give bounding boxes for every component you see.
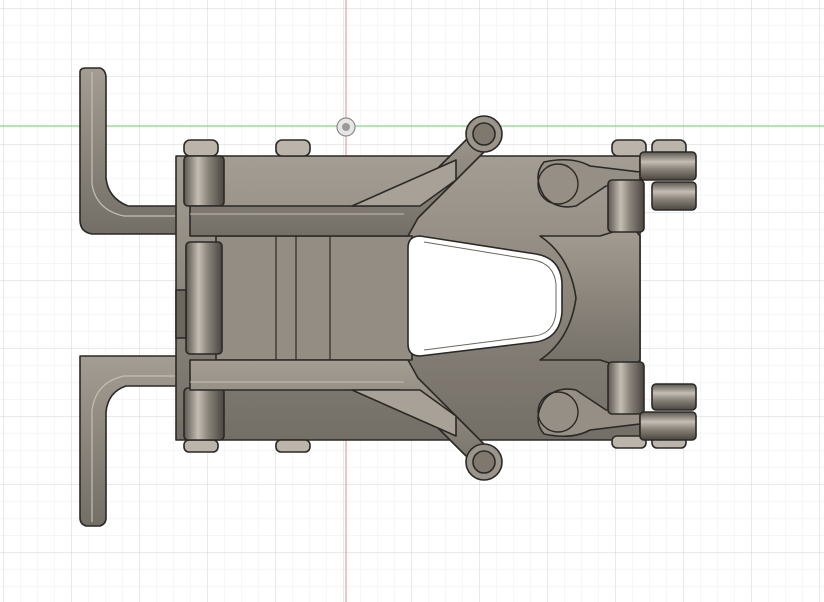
left-tab [175, 289, 187, 339]
hinge-pin-upper[interactable] [183, 155, 225, 207]
right-pin-lower[interactable] [607, 361, 645, 415]
right-cap-upper-bottom[interactable] [651, 181, 697, 211]
viewport-canvas[interactable] [0, 0, 824, 602]
hinge-pin-lower[interactable] [183, 387, 225, 441]
inner-plate [215, 235, 413, 361]
right-cap-upper-top[interactable] [639, 151, 697, 181]
origin-point-icon[interactable] [336, 117, 356, 137]
right-cap-lower-top[interactable] [651, 383, 697, 411]
right-cap-lower-bottom[interactable] [639, 411, 697, 441]
right-pin-upper[interactable] [607, 179, 645, 233]
center-cutout[interactable] [407, 235, 563, 357]
hinge-pin-middle[interactable] [185, 241, 223, 355]
cad-3d-viewport[interactable] [0, 0, 824, 602]
